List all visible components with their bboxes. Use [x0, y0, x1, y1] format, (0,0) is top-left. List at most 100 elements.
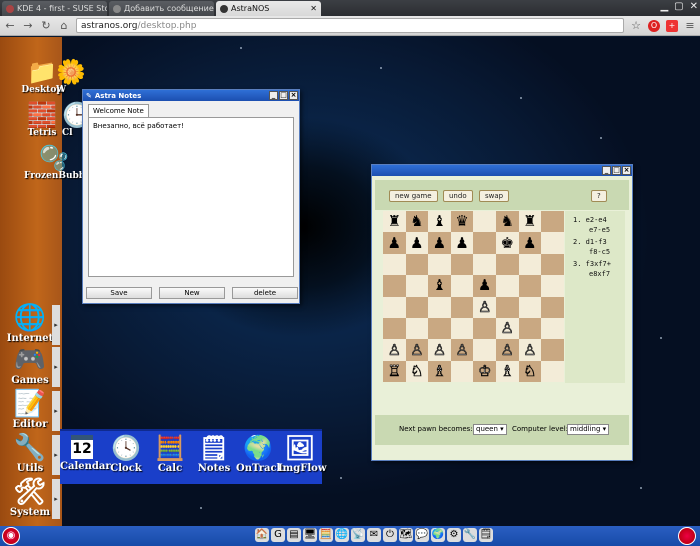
- board-square[interactable]: [428, 296, 451, 318]
- dock-ontrack[interactable]: 🌍 OnTrack: [236, 433, 283, 474]
- board-square[interactable]: [541, 317, 564, 340]
- white-pawn-icon[interactable]: ♙: [432, 342, 446, 358]
- board-square[interactable]: ♞: [495, 211, 519, 233]
- note-tab[interactable]: Welcome Note: [88, 104, 149, 117]
- white-pawn-icon[interactable]: ♙: [387, 342, 401, 358]
- black-pawn-icon[interactable]: ♟: [523, 235, 536, 251]
- board-square[interactable]: ♙: [428, 339, 451, 361]
- black-knight-icon[interactable]: ♞: [501, 214, 514, 229]
- chat-icon[interactable]: 💬: [415, 528, 429, 542]
- board-square[interactable]: ♟: [518, 232, 542, 254]
- white-pawn-icon[interactable]: ♙: [410, 342, 424, 358]
- maximize-icon[interactable]: □: [612, 166, 621, 175]
- board-square[interactable]: [428, 317, 451, 340]
- desktop-shortcut-frozenbubble[interactable]: 🫧 FrozenBubble: [24, 145, 94, 182]
- board-square[interactable]: ♙: [383, 339, 406, 361]
- white-knight-icon[interactable]: ♘: [523, 363, 537, 379]
- black-queen-icon[interactable]: ♛: [455, 214, 468, 229]
- white-bishop-icon[interactable]: ♗: [432, 363, 446, 379]
- reload-icon[interactable]: ↻: [40, 19, 52, 32]
- start-menu-icon[interactable]: ◉: [2, 527, 20, 545]
- close-icon[interactable]: ✕: [690, 1, 698, 12]
- board-square[interactable]: [405, 253, 429, 276]
- desktop-shortcut-cl[interactable]: 🕒 Cl: [62, 102, 92, 139]
- google-icon[interactable]: G: [271, 528, 285, 542]
- board-square[interactable]: [541, 360, 564, 383]
- board-square[interactable]: [541, 339, 564, 361]
- black-knight-icon[interactable]: ♞: [410, 214, 423, 229]
- black-pawn-icon[interactable]: ♟: [455, 235, 468, 251]
- map-icon[interactable]: 🗺: [399, 528, 413, 542]
- board-square[interactable]: [541, 253, 564, 276]
- globe-icon[interactable]: 🌐: [335, 528, 349, 542]
- dock-notes[interactable]: 🗒 Notes: [192, 433, 236, 474]
- globe2-icon[interactable]: 🌍: [431, 528, 445, 542]
- board-square[interactable]: [383, 253, 406, 276]
- delete-button[interactable]: delete: [232, 287, 298, 299]
- power-icon[interactable]: ⏻: [383, 528, 397, 542]
- board-square[interactable]: ♙: [495, 339, 519, 361]
- browser-tab-1[interactable]: KDE 4 - first - SUSE Sto✕: [2, 1, 107, 16]
- save-button[interactable]: Save: [86, 287, 152, 299]
- new-button[interactable]: New: [159, 287, 225, 299]
- white-pawn-icon[interactable]: ♙: [500, 342, 514, 358]
- window-icon[interactable]: ▤: [287, 528, 301, 542]
- board-square[interactable]: [541, 275, 564, 297]
- side-menu-system[interactable]: 🛠 System: [0, 477, 60, 518]
- computer-icon[interactable]: 🖥: [303, 528, 317, 542]
- board-square[interactable]: [495, 296, 519, 318]
- board-square[interactable]: ♟: [450, 232, 474, 254]
- calculator-icon[interactable]: 🧮: [319, 528, 333, 542]
- board-square[interactable]: [450, 317, 474, 340]
- notes-titlebar[interactable]: ✎ Astra Notes _ □ ×: [83, 90, 299, 101]
- board-square[interactable]: ♘: [518, 360, 542, 383]
- board-square[interactable]: [473, 339, 496, 361]
- minimize-icon[interactable]: _: [602, 166, 611, 175]
- black-bishop-icon[interactable]: ♝: [433, 278, 446, 293]
- close-icon[interactable]: ×: [622, 166, 631, 175]
- tools-icon[interactable]: 🔧: [463, 528, 477, 542]
- computer-level-select[interactable]: middling ▾: [567, 424, 610, 435]
- back-icon[interactable]: ←: [4, 19, 16, 32]
- board-square[interactable]: [518, 275, 542, 297]
- browser-tab-2[interactable]: Добавить сообщение✕: [109, 1, 214, 16]
- minimize-icon[interactable]: ▁: [660, 1, 668, 12]
- board-square[interactable]: [473, 211, 496, 233]
- submenu-arrow-icon[interactable]: ▸: [52, 479, 60, 519]
- board-square[interactable]: [383, 296, 406, 318]
- board-square[interactable]: [450, 253, 474, 276]
- board-square[interactable]: ♙: [450, 339, 474, 361]
- submenu-arrow-icon[interactable]: ▸: [52, 391, 60, 431]
- white-pawn-icon[interactable]: ♙: [500, 320, 514, 336]
- board-square[interactable]: [518, 296, 542, 318]
- dock-clock[interactable]: 🕓 Clock: [104, 433, 148, 474]
- white-rook-icon[interactable]: ♖: [387, 363, 401, 379]
- board-square[interactable]: ♗: [495, 360, 519, 383]
- board-square[interactable]: ♔: [473, 360, 496, 383]
- board-square[interactable]: ♙: [518, 339, 542, 361]
- close-icon[interactable]: ×: [289, 91, 298, 100]
- swap-button[interactable]: swap: [479, 190, 510, 202]
- dock-calc[interactable]: 🧮 Calc: [148, 433, 192, 474]
- note-textarea[interactable]: Внезапно, всё работает!: [88, 117, 294, 277]
- plus-extension-icon[interactable]: +: [666, 19, 678, 32]
- home-icon[interactable]: ⌂: [58, 19, 70, 32]
- submenu-arrow-icon[interactable]: ▸: [52, 305, 60, 345]
- side-menu-internet[interactable]: 🌐 Internet: [0, 303, 60, 344]
- board-square[interactable]: [495, 275, 519, 297]
- board-square[interactable]: ♞: [405, 211, 429, 233]
- board-square[interactable]: ♗: [428, 360, 451, 383]
- black-pawn-icon[interactable]: ♟: [433, 235, 446, 251]
- black-pawn-icon[interactable]: ♟: [388, 235, 401, 251]
- board-square[interactable]: [428, 253, 451, 276]
- black-king-icon[interactable]: ♚: [501, 235, 514, 251]
- undo-button[interactable]: undo: [443, 190, 473, 202]
- black-rook-icon[interactable]: ♜: [388, 214, 401, 229]
- board-square[interactable]: ♟: [428, 232, 451, 254]
- board-square[interactable]: [473, 317, 496, 340]
- side-menu-games[interactable]: 🎮 Games: [0, 345, 60, 386]
- maximize-icon[interactable]: □: [279, 91, 288, 100]
- white-pawn-icon[interactable]: ♙: [523, 342, 537, 358]
- board-square[interactable]: [473, 253, 496, 276]
- dock-calendar[interactable]: 12 Calendar: [60, 433, 111, 472]
